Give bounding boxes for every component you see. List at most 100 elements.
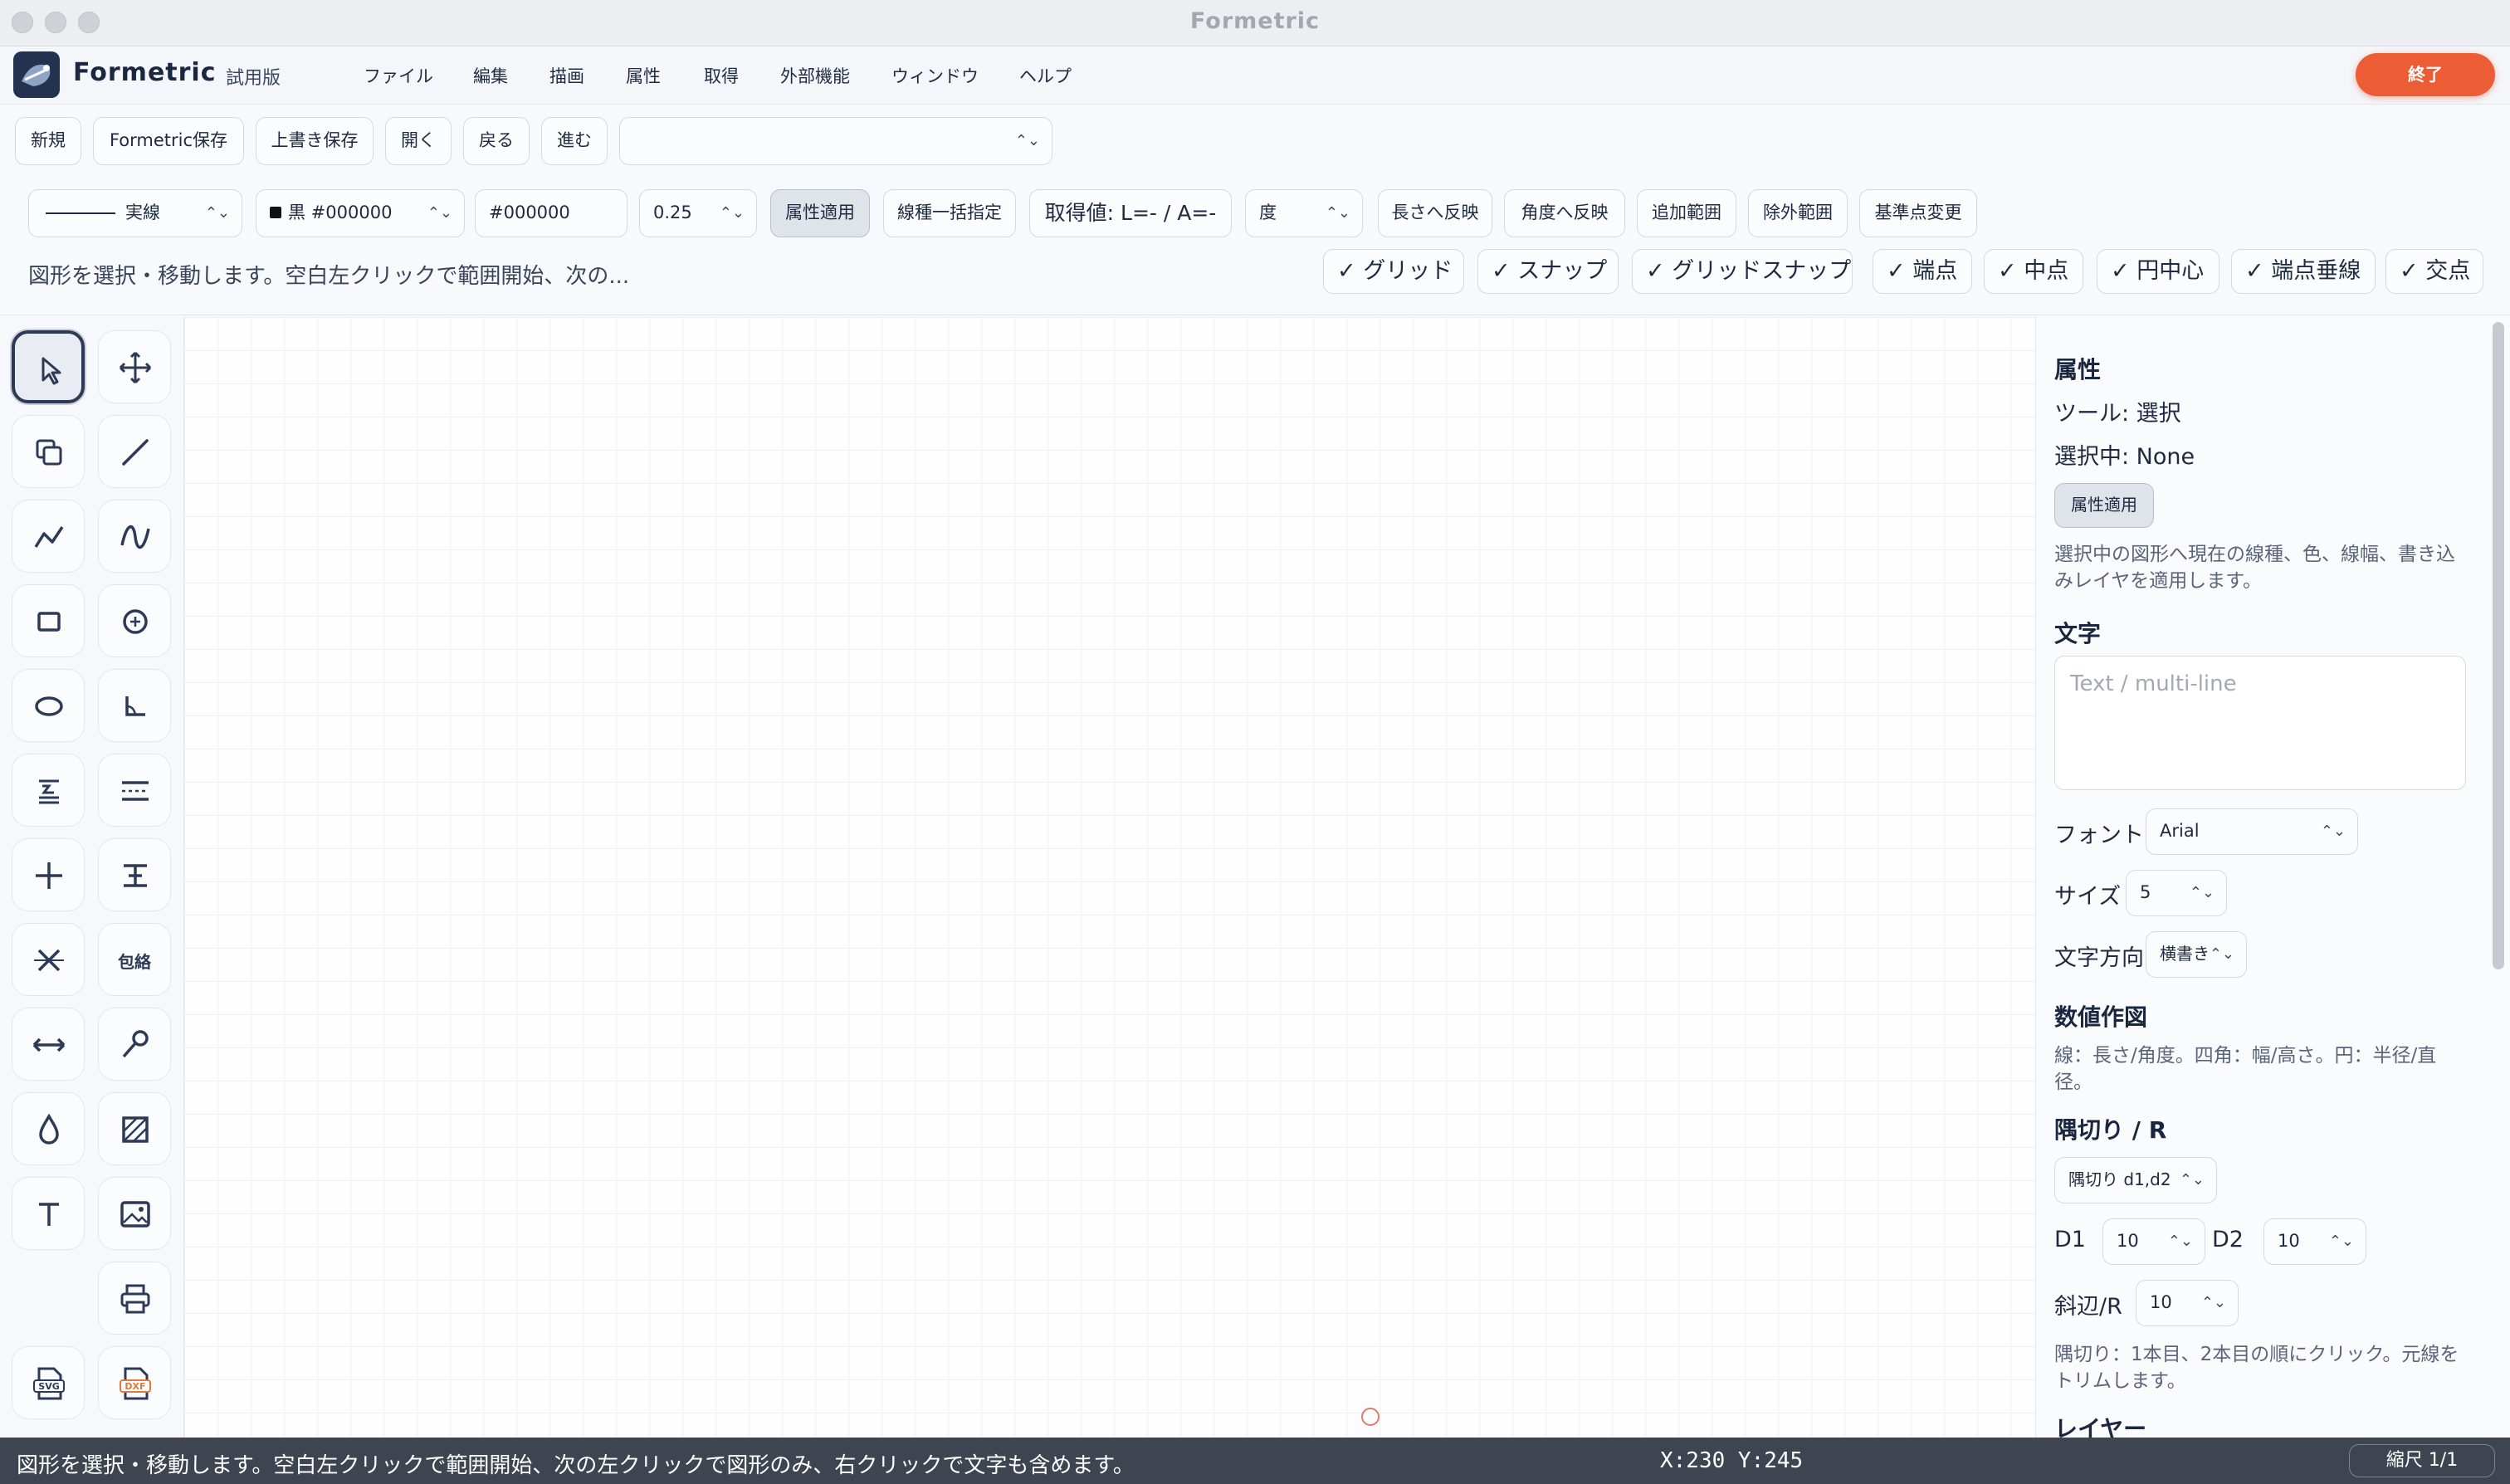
font-select[interactable]: Arial ⌃⌄ — [2146, 808, 2358, 855]
panel-scrollbar[interactable] — [2493, 322, 2504, 969]
menu-attribute[interactable]: 属性 — [626, 63, 661, 88]
grid-snap-toggle[interactable]: ✓ グリッドスナップ — [1632, 249, 1853, 294]
align-tool[interactable] — [98, 838, 171, 911]
intersection-toggle[interactable]: ✓ 交点 — [2385, 249, 2483, 294]
slant-stepper[interactable]: 10 ⌃⌄ — [2136, 1280, 2239, 1326]
updown-chevron-icon: ⌃⌄ — [2320, 823, 2346, 840]
chamfer-mode-select[interactable]: 隅切り d1,d2 ⌃⌄ — [2054, 1157, 2217, 1203]
angle-unit-select[interactable]: 度 ⌃⌄ — [1245, 189, 1363, 237]
apply-attribute-button[interactable]: 属性適用 — [770, 189, 870, 237]
d1-label: D1 — [2054, 1227, 2086, 1252]
direction-select[interactable]: 横書き ⌃⌄ — [2146, 931, 2247, 978]
envelope-label: 包絡 — [118, 952, 151, 972]
circle-center-toggle[interactable]: ✓ 円中心 — [2097, 249, 2219, 294]
endpoint-perpendicular-toggle[interactable]: ✓ 端点垂線 — [2231, 249, 2376, 294]
print-tool[interactable] — [98, 1262, 171, 1335]
text-tool[interactable] — [12, 1177, 85, 1250]
menu-acquire[interactable]: 取得 — [704, 63, 739, 88]
add-range-button[interactable]: 追加範囲 — [1637, 189, 1736, 237]
fill-tool[interactable] — [12, 1092, 85, 1165]
chamfer-note: 隅切り：1本目、2本目の順にクリック。元線をトリムします。 — [2054, 1344, 2459, 1392]
check-icon: ✓ — [1646, 258, 1673, 284]
open-button[interactable]: 開く — [385, 117, 452, 165]
line-type-select[interactable]: 実線 ⌃⌄ — [28, 189, 242, 237]
angle-tool[interactable] — [98, 669, 171, 742]
d2-stepper[interactable]: 10 ⌃⌄ — [2263, 1218, 2366, 1265]
new-button[interactable]: 新規 — [15, 117, 81, 165]
line-tool[interactable] — [98, 415, 171, 488]
redo-button[interactable]: 進む — [541, 117, 608, 165]
drawing-canvas[interactable] — [184, 317, 2035, 1438]
panel-apply-attribute-button[interactable]: 属性適用 — [2054, 483, 2154, 528]
updown-chevron-icon: ⌃⌄ — [2209, 945, 2234, 963]
scale-button[interactable]: 縮尺 1/1 — [2349, 1444, 2495, 1477]
numeric-section-title: 数値作図 — [2054, 1003, 2148, 1031]
hatch-tool[interactable] — [98, 1092, 171, 1165]
exit-button[interactable]: 終了 — [2356, 53, 2495, 96]
parallel-lines-tool[interactable] — [98, 754, 171, 827]
stretch-tool[interactable] — [12, 1008, 85, 1081]
menu-edit[interactable]: 編集 — [473, 63, 508, 88]
menu-bar: Formetric 試用版 ファイル 編集 描画 属性 取得 外部機能 ウィンド… — [0, 46, 2510, 105]
curve-tool[interactable] — [98, 500, 171, 573]
ellipse-tool[interactable] — [12, 669, 85, 742]
circle-center-toggle-label: 円中心 — [2136, 258, 2205, 284]
d1-stepper[interactable]: 10 ⌃⌄ — [2102, 1218, 2205, 1265]
undo-button[interactable]: 戻る — [463, 117, 530, 165]
stepper-arrows-icon: ⌃⌄ — [2189, 884, 2215, 901]
change-base-point-button[interactable]: 基準点変更 — [1859, 189, 1977, 237]
app-logo-icon — [13, 51, 60, 98]
chamfer-section-title: 隅切り / R — [2054, 1116, 2167, 1144]
snap-toggle-label: スナップ — [1517, 258, 1608, 284]
image-tool[interactable] — [98, 1177, 171, 1250]
d2-value: 10 — [2278, 1231, 2300, 1251]
font-label: フォント — [2054, 823, 2144, 848]
cursor-coordinates: X:230 Y:245 — [1660, 1448, 1804, 1473]
apply-angle-button[interactable]: 角度へ反映 — [1504, 189, 1625, 237]
polyline-tool[interactable] — [12, 500, 85, 573]
trim-tool[interactable] — [12, 923, 85, 996]
svg-export-label: SVG — [38, 1381, 59, 1392]
tool-hint: 図形を選択・移動します。空白左クリックで範囲開始、次の... — [28, 264, 630, 289]
app-name: Formetric — [73, 58, 217, 87]
d1-value: 10 — [2117, 1231, 2139, 1251]
snap-toggle[interactable]: ✓ スナップ — [1477, 249, 1619, 294]
export-dxf-button[interactable]: DXF — [98, 1346, 171, 1419]
measure-tool[interactable] — [98, 1008, 171, 1081]
menu-external[interactable]: 外部機能 — [780, 63, 850, 88]
color-select[interactable]: 黒 #000000 ⌃⌄ — [256, 189, 465, 237]
check-icon: ✓ — [2400, 258, 2426, 284]
line-width-stepper[interactable]: 0.25 ⌃⌄ — [639, 189, 757, 237]
rectangle-tool[interactable] — [12, 584, 85, 657]
grid-toggle[interactable]: ✓ グリッド — [1323, 249, 1464, 294]
circle-tool[interactable] — [98, 584, 171, 657]
endpoint-toggle[interactable]: ✓ 端点 — [1873, 249, 1972, 294]
exclude-range-button[interactable]: 除外範囲 — [1748, 189, 1848, 237]
size-stepper[interactable]: 5 ⌃⌄ — [2126, 870, 2227, 916]
menu-draw[interactable]: 描画 — [549, 63, 584, 88]
updown-chevron-icon: ⌃⌄ — [2179, 1171, 2205, 1189]
file-select[interactable]: ⌃⌄ — [619, 117, 1052, 165]
dimension-tool[interactable] — [12, 754, 85, 827]
menu-window[interactable]: ウィンドウ — [891, 63, 979, 88]
menu-help[interactable]: ヘルプ — [1019, 63, 1072, 88]
check-icon: ✓ — [2245, 258, 2272, 284]
save-formetric-button[interactable]: Formetric保存 — [93, 117, 244, 165]
move-tool[interactable] — [98, 330, 171, 403]
midpoint-toggle[interactable]: ✓ 中点 — [1984, 249, 2083, 294]
endpoint-toggle-label: 端点 — [1912, 258, 1958, 284]
dxf-file-icon: DXF — [120, 1367, 151, 1400]
export-svg-button[interactable]: SVG — [12, 1346, 85, 1419]
overwrite-save-button[interactable]: 上書き保存 — [256, 117, 374, 165]
select-tool[interactable] — [12, 330, 85, 403]
text-input[interactable]: Text / multi-line — [2054, 656, 2466, 790]
crosshair-tool[interactable] — [12, 838, 85, 911]
bulk-line-type-button[interactable]: 線種一括指定 — [883, 189, 1016, 237]
menu-file[interactable]: ファイル — [364, 63, 433, 88]
envelope-tool[interactable]: 包絡 — [98, 923, 171, 996]
copy-tool[interactable] — [12, 415, 85, 488]
color-hex-input[interactable]: #000000 — [475, 189, 628, 237]
direction-label: 文字方向 — [2054, 945, 2144, 971]
dxf-export-label: DXF — [125, 1381, 145, 1392]
apply-length-button[interactable]: 長さへ反映 — [1378, 189, 1492, 237]
